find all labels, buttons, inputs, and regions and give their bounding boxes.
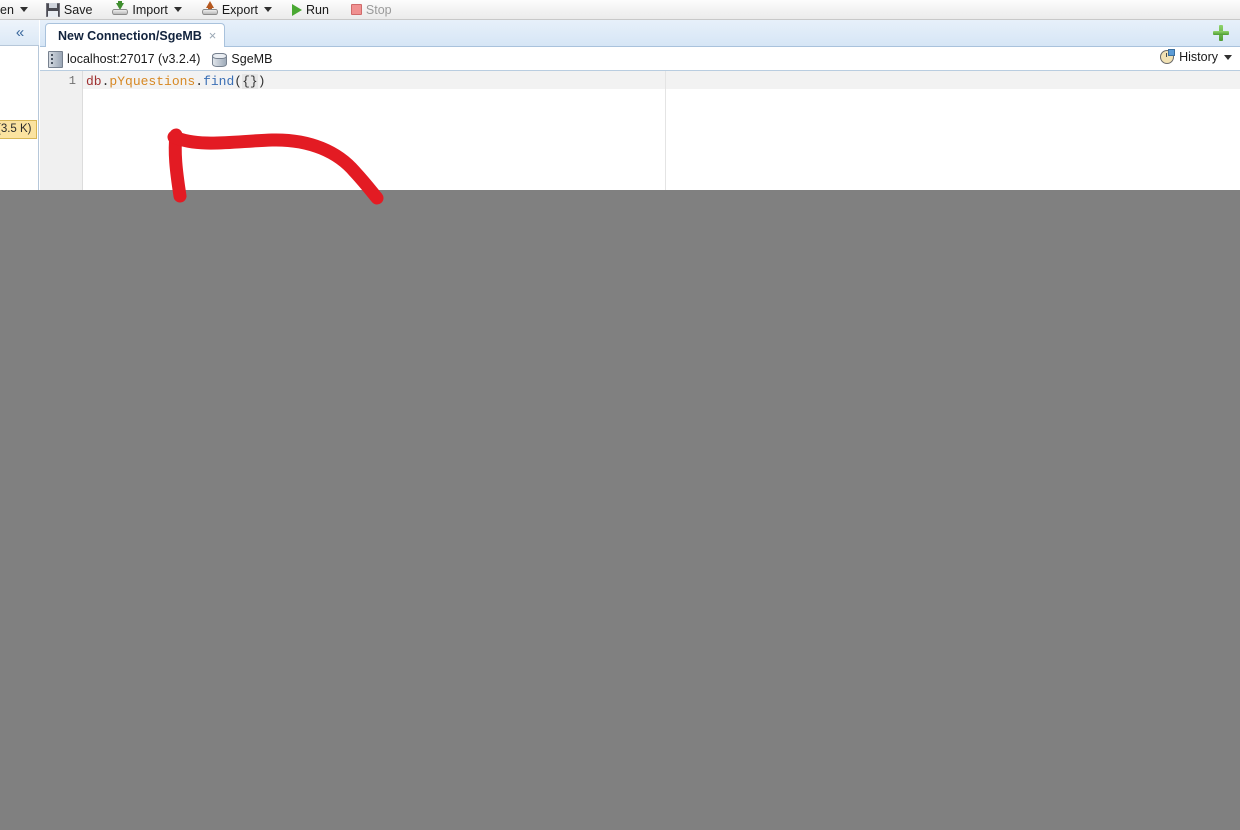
connection-info-bar: localhost:27017 (v3.2.4) SgeMB History [40,47,1240,70]
plus-icon[interactable] [1212,24,1230,42]
export-icon [201,1,218,16]
token-dot: . [195,74,204,89]
toolbar-save-label: Save [63,2,93,17]
token-open-paren: ( [234,74,243,89]
toolbar-item-export[interactable]: Export [197,0,277,20]
chevron-down-icon [19,7,28,12]
run-icon [291,3,302,16]
database-name: SgeMB [231,51,273,66]
main-toolbar: en Save Import Export Run Stop [0,0,1240,20]
close-icon[interactable]: × [209,29,217,42]
size-tooltip: (3.5 K) [0,120,37,139]
chevron-double-left-icon: « [15,24,24,41]
toolbar-item-save[interactable]: Save [41,0,98,20]
editor-column-divider [665,71,666,193]
token-empty-object: {} [242,74,258,89]
token-collection: pYquestions [109,74,196,89]
history-button[interactable]: History [1160,49,1232,64]
tab-new-connection[interactable]: New Connection/SgeMB × [45,23,226,47]
clock-icon [1160,49,1176,64]
chevron-down-icon [263,7,272,12]
history-label: History [1179,50,1218,64]
toolbar-item-stop[interactable]: Stop [346,0,397,20]
save-icon [45,2,60,17]
server-icon [48,51,63,68]
chevron-down-icon [173,7,182,12]
main-panel: New Connection/SgeMB × localhost:27017 (… [40,20,1240,198]
line-number: 1 [68,74,76,88]
server-address: localhost:27017 (v3.2.4) [67,51,201,66]
window-bottom-edge [0,190,1240,198]
toolbar-import-label: Import [132,2,168,17]
token-function: find [203,74,235,89]
tab-strip: New Connection/SgeMB × [40,20,1240,47]
toolbar-open-label: en [0,2,14,17]
left-sidebar-rail: « (3.5 K) [0,20,39,198]
stop-icon [350,4,362,15]
toolbar-item-import[interactable]: Import [107,0,186,20]
mongodb-client-window: en Save Import Export Run Stop « (3.5 K)… [0,0,1240,198]
editor-gutter: 1 [40,71,83,193]
tab-label: New Connection/SgeMB [58,28,202,43]
toolbar-export-label: Export [221,2,258,17]
sidebar-collapse-button[interactable]: « [0,20,39,46]
database-icon [212,52,228,67]
query-editor[interactable]: 1 db.pYquestions.find({}) [40,70,1240,193]
toolbar-run-label: Run [305,2,329,17]
token-database: db [86,74,102,89]
toolbar-item-open[interactable]: en [0,0,33,20]
toolbar-item-run[interactable]: Run [287,0,334,20]
token-close-paren: ) [257,74,266,89]
toolbar-stop-label: Stop [365,2,392,17]
code-line[interactable]: db.pYquestions.find({}) [86,74,266,89]
chevron-down-icon [1224,54,1232,60]
import-icon [112,1,129,16]
